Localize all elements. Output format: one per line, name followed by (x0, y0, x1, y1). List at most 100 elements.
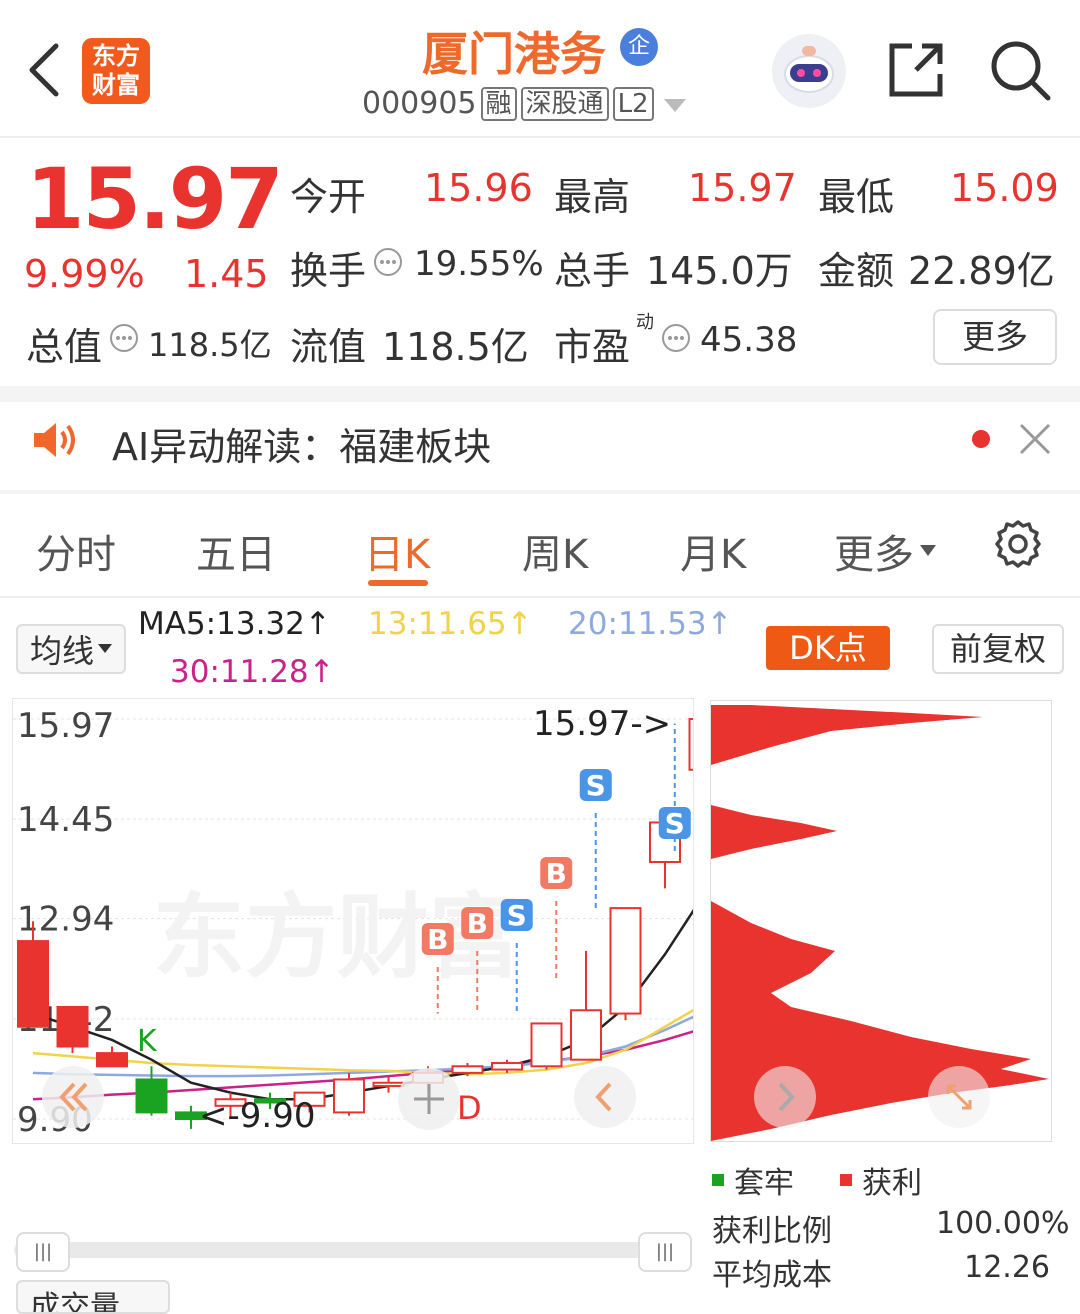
info-icon[interactable] (372, 246, 404, 282)
range-track[interactable] (14, 1242, 690, 1258)
app-logo[interactable]: 东方 财富 (82, 38, 150, 104)
crosshair-button[interactable] (398, 1068, 460, 1130)
signal-badge-label: S (507, 899, 527, 932)
ma5-text: MA5:13.32 (138, 606, 305, 642)
pe-superscript: 动 (636, 312, 654, 333)
up-arrow-icon: ↑ (304, 606, 331, 642)
signal-badge-label: B (427, 923, 448, 956)
float-label: 流值 (290, 325, 367, 369)
profit-ratio-value: 100.00% (936, 1206, 1070, 1241)
legend-trapped-label: 套牢 (734, 1166, 794, 1201)
ma5-value: MA5:13.32↑ (138, 606, 331, 642)
up-arrow-icon: ↑ (706, 606, 733, 642)
open-label: 今开 (290, 175, 367, 219)
high-value: 15.97 (688, 166, 797, 210)
badge-connect: 深股通 (520, 86, 609, 121)
range-handle-left[interactable]: ||| (16, 1232, 70, 1272)
ma13-value: 13:11.65↑ (368, 606, 533, 642)
volume-indicator-selector[interactable]: 成交量 (16, 1280, 170, 1314)
tab-intraday[interactable]: 分时 (36, 522, 116, 580)
ai-assistant-avatar-icon[interactable] (772, 34, 846, 108)
legend-profit-label: 获利 (862, 1166, 922, 1201)
signal-badge-label: S (665, 807, 685, 840)
candle-body (17, 940, 49, 1028)
close-icon[interactable] (1018, 422, 1052, 460)
legend-swatch-red (840, 1174, 852, 1186)
tab-daily-k[interactable]: 日K (364, 522, 430, 580)
change-percent: 9.99% (24, 252, 145, 296)
amount-label: 金额 (818, 249, 895, 293)
ma20-text: 20:11.53 (568, 606, 707, 642)
candle-body (56, 1005, 89, 1048)
current-price-marker: 15.97-> (533, 704, 671, 744)
dk-point-label: DK点 (789, 629, 867, 667)
low-label: 最低 (818, 175, 895, 219)
expand-chart-button[interactable] (928, 1066, 990, 1128)
legend-profit: 获利 (840, 1158, 922, 1202)
dk-point-button[interactable]: DK点 (766, 626, 890, 670)
amount-value: 22.89亿 (908, 249, 1055, 293)
tab-weekly-k[interactable]: 周K (522, 522, 588, 580)
scroll-right-button[interactable] (754, 1066, 816, 1128)
adjust-button[interactable]: 前复权 (932, 624, 1064, 674)
candle-body (688, 718, 721, 771)
turnover-value: 19.55% (414, 244, 544, 284)
search-icon[interactable] (988, 38, 1052, 102)
pe-value: 45.38 (700, 320, 798, 360)
last-price: 15.97 (26, 150, 284, 248)
min-price-marker: <-9.90 (199, 1096, 315, 1136)
stock-code-row[interactable]: 000905 融 深股通 L2 (362, 86, 686, 121)
signal-k-label: K (137, 1024, 158, 1059)
legend-swatch-green (712, 1174, 724, 1186)
chevron-left-icon (595, 1082, 612, 1112)
info-icon[interactable] (108, 322, 140, 358)
avg-cost-value: 12.26 (964, 1250, 1050, 1285)
ma-selector[interactable]: 均线 (16, 624, 126, 674)
tab-five-day[interactable]: 五日 (196, 522, 276, 580)
candle-body (491, 1061, 523, 1071)
float-value: 118.5亿 (382, 325, 529, 369)
more-quote-button[interactable]: 更多 (933, 309, 1057, 365)
caret-down-icon (920, 545, 936, 556)
low-value: 15.09 (950, 166, 1059, 210)
divider (0, 136, 1080, 138)
chevron-right-icon (778, 1082, 795, 1112)
tab-more-label: 更多 (834, 532, 914, 578)
candle-body (570, 1009, 602, 1061)
candle-body (135, 1078, 168, 1114)
tab-monthly-k[interactable]: 月K (680, 522, 746, 580)
expand-icon (946, 1084, 972, 1110)
tab-more[interactable]: 更多 (834, 522, 936, 580)
pe-label: 市盈 (554, 325, 631, 369)
back-icon[interactable] (22, 40, 66, 100)
crosshair-icon (414, 1084, 444, 1114)
section-separator (0, 596, 1080, 598)
y-tick-label: 14.45 (17, 800, 114, 840)
stock-code: 000905 (362, 86, 477, 121)
caret-down-icon (98, 644, 112, 653)
ai-banner-text[interactable]: AI异动解读：福建板块 (112, 416, 491, 471)
volume-indicator-label: 成交量 (30, 1290, 120, 1314)
logo-text: 东方 (92, 42, 140, 70)
candle-body (530, 1022, 563, 1068)
chevron-down-icon[interactable] (663, 86, 686, 121)
share-icon[interactable] (886, 40, 946, 100)
legend-trapped: 套牢 (712, 1158, 794, 1202)
signal-d-label: D (457, 1089, 482, 1127)
stock-title[interactable]: 厦门港务 (422, 18, 606, 84)
settings-gear-icon[interactable] (992, 518, 1044, 574)
double-chevron-left-icon (59, 1082, 88, 1112)
volume-value: 145.0万 (646, 249, 793, 293)
range-handle-right[interactable]: ||| (638, 1232, 692, 1272)
mktcap-value: 118.5亿 (148, 326, 272, 364)
info-icon[interactable] (660, 322, 692, 358)
scroll-left-button[interactable] (574, 1066, 636, 1128)
enterprise-badge-icon: 企 (620, 28, 658, 66)
section-separator (0, 490, 1080, 494)
turnover-label: 换手 (290, 249, 367, 293)
avg-cost-label: 平均成本 (712, 1258, 832, 1293)
scroll-left-double-button[interactable] (42, 1066, 104, 1128)
candle-body (96, 1052, 128, 1068)
y-tick-label: 15.97 (17, 706, 114, 746)
volume-label: 总手 (554, 249, 631, 293)
